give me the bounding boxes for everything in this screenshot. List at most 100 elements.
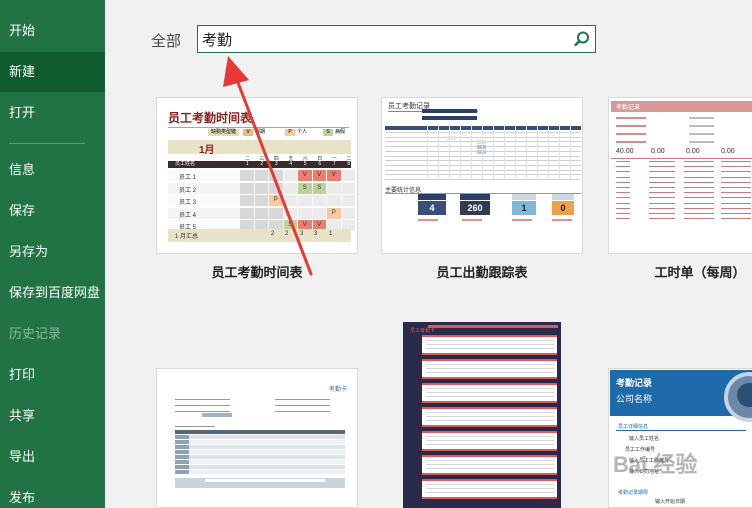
row-line <box>721 218 751 220</box>
stat-value: 4 <box>418 201 446 215</box>
day-label: 2 <box>260 161 264 167</box>
template-card-weekly-timesheet[interactable]: 考勤记录 40.00 0.00 0.00 0.00 <box>608 97 752 254</box>
day-cell <box>341 207 355 219</box>
legend-v: V <box>243 129 253 136</box>
day-cell <box>283 195 297 206</box>
table-row <box>175 460 345 464</box>
day-cell <box>254 195 268 206</box>
template-search-box[interactable] <box>197 25 596 53</box>
preview-heading: 员工考勤卡 <box>410 328 436 334</box>
sidebar-item-export[interactable]: 导出 <box>0 437 105 477</box>
row-line <box>684 181 714 183</box>
row-line <box>721 176 751 178</box>
tracker-col-line <box>471 126 472 181</box>
legend-p: P <box>285 129 295 136</box>
row-line <box>684 213 714 214</box>
block-accent <box>422 449 557 451</box>
block-line <box>426 412 554 413</box>
row-line <box>649 187 675 188</box>
row-line <box>649 197 675 199</box>
block-line <box>426 468 554 469</box>
sidebar-item-save-to-baidu[interactable]: 保存到百度网盘 <box>0 273 105 313</box>
day-cell: V <box>327 170 341 181</box>
block-accent <box>422 383 557 385</box>
stat-label-band <box>552 194 574 200</box>
template-title[interactable]: 员工出勤跟踪表 <box>381 262 583 281</box>
row-line <box>649 176 675 178</box>
form-box <box>202 413 232 417</box>
preview-heading: 考勤记录 <box>616 105 641 111</box>
legend-s: S <box>323 129 333 136</box>
tracker-col-line <box>482 126 483 181</box>
sidebar-item-share[interactable]: 共享 <box>0 396 105 436</box>
template-card-attendance-tracker[interactable]: 员工考勤记录 主要统计信息 4 260 1 0 <box>381 97 583 254</box>
tracker-col-line <box>493 126 494 181</box>
row-line <box>616 192 630 194</box>
legend-s-text: 病假 <box>335 129 346 135</box>
day-cell <box>254 207 268 219</box>
search-button[interactable] <box>573 30 591 48</box>
day-cell <box>254 182 268 194</box>
sidebar-item-new[interactable]: 新建 <box>0 52 105 92</box>
template-card-attendance-timesheet[interactable]: 员工考勤时间表 缺勤类型键 V 假期 P 个人 S 病假 1月 二三四五六日一二… <box>156 97 358 254</box>
row-line <box>684 161 714 162</box>
template-card-time-card[interactable]: 考勤卡 <box>156 368 358 508</box>
tracker-col-line <box>570 126 571 181</box>
tracker-col-line <box>559 126 560 181</box>
day-cell <box>269 170 283 181</box>
time-card-block <box>422 455 557 475</box>
row-label <box>175 450 189 454</box>
template-title[interactable]: 员工考勤时间表 <box>156 262 358 281</box>
sidebar-item-publish[interactable]: 发布 <box>0 478 105 508</box>
hours-value: 40.00 <box>616 148 634 155</box>
sidebar-item-info[interactable]: 信息 <box>0 150 105 190</box>
row-line <box>616 202 630 204</box>
employee-name: 员工 4 <box>179 212 197 219</box>
sidebar-item-save[interactable]: 保存 <box>0 191 105 231</box>
preview-section: 员工详细信息 <box>618 424 649 430</box>
sidebar-item-open[interactable]: 打开 <box>0 93 105 133</box>
top-band <box>428 325 558 328</box>
day-cell <box>269 207 283 219</box>
legend-p-text: 个人 <box>297 129 308 135</box>
hours-value: 0.00 <box>651 148 665 155</box>
row-line <box>616 197 630 199</box>
row-line <box>649 218 675 220</box>
row-line <box>649 192 675 194</box>
sidebar-item-history[interactable]: 历史记录 <box>0 314 105 354</box>
day-label: 8 <box>347 161 351 167</box>
day-cell <box>312 207 326 219</box>
preview-footer-field: 输入开始日期 <box>655 499 686 505</box>
filter-all-link[interactable]: 全部 <box>151 30 181 51</box>
employee-name: 员工 1 <box>179 175 197 181</box>
row-line <box>616 207 630 209</box>
table-row <box>175 470 345 474</box>
legend-label: 缺勤类型键 <box>208 129 240 136</box>
stat-label-band <box>418 194 446 200</box>
row-line <box>616 181 630 183</box>
summary-value: 2 <box>271 231 275 237</box>
block-line <box>426 464 554 465</box>
form-line <box>689 125 714 127</box>
sidebar-item-print[interactable]: 打印 <box>0 355 105 395</box>
time-card-block <box>422 431 557 451</box>
row-line <box>649 213 675 214</box>
employee-name: 员工 3 <box>179 200 197 206</box>
search-input[interactable] <box>202 28 562 50</box>
block-accent <box>422 431 557 433</box>
sidebar-item-save-as[interactable]: 另存为 <box>0 232 105 272</box>
tracker-col-line <box>427 126 428 181</box>
day-label: 4 <box>289 161 293 167</box>
row-line <box>649 161 675 162</box>
sidebar-item-home[interactable]: 开始 <box>0 11 105 51</box>
template-title[interactable]: 工时单（每周） <box>645 262 752 281</box>
template-card-employee-time-card[interactable]: 员工考勤卡 <box>403 322 561 508</box>
row-line <box>649 181 675 183</box>
block-accent <box>422 401 557 403</box>
day-cell: P <box>327 207 341 219</box>
day-cell <box>327 182 341 194</box>
template-card-attendance-record[interactable]: 考勤记录 公司名称 员工详细信息 输入员工姓名 员工工作编号 输入员工工作编号 … <box>608 368 752 508</box>
day-cell: S <box>298 182 312 194</box>
preview-month: 1月 <box>199 145 215 156</box>
day-cell <box>327 195 341 206</box>
